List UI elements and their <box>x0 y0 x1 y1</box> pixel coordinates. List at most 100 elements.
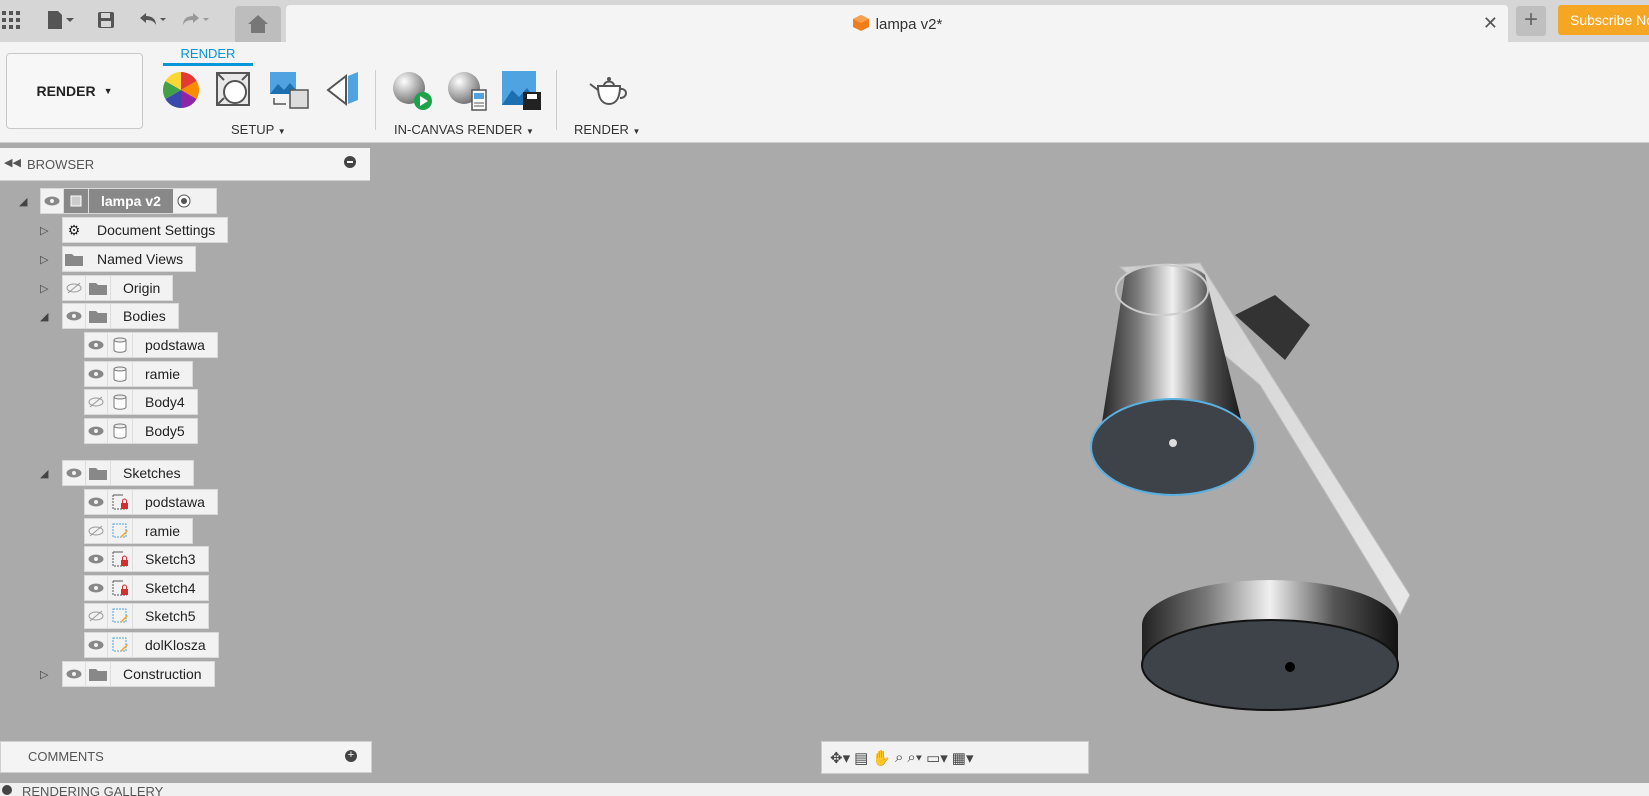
eye-icon[interactable] <box>63 304 85 328</box>
browser-item-label: Sketch4 <box>145 580 196 596</box>
render-label-text: RENDER <box>574 122 629 137</box>
appearance-icon[interactable] <box>161 70 201 110</box>
browser-root-node[interactable]: lampa v2 <box>40 188 217 214</box>
document-title-text: lampa v2* <box>875 16 943 33</box>
setup-group-label[interactable]: SETUP ▼ <box>231 122 286 137</box>
eye-icon[interactable] <box>85 547 107 571</box>
render-teapot-icon[interactable] <box>588 70 628 110</box>
orbit-icon[interactable]: ✥▾ <box>830 749 850 767</box>
workspace-switcher[interactable]: RENDER ▼ <box>6 53 143 129</box>
close-tab-icon[interactable]: ✕ <box>1483 13 1498 34</box>
document-tab[interactable]: lampa v2* ✕ <box>286 5 1508 42</box>
eye-icon[interactable] <box>85 490 107 514</box>
comments-panel-header[interactable]: COMMENTS + <box>0 741 372 773</box>
look-at-icon[interactable]: ▤ <box>854 749 868 767</box>
browser-item-sketch5[interactable]: Sketch5 <box>84 603 209 629</box>
pan-icon[interactable]: ✋ <box>872 749 891 767</box>
minimize-panel-icon[interactable] <box>344 156 356 168</box>
browser-item-body-podstawa[interactable]: podstawa <box>84 332 218 358</box>
start-in-canvas-render-icon[interactable] <box>391 70 432 110</box>
eye-icon[interactable] <box>85 362 107 386</box>
capture-image-icon[interactable] <box>501 70 541 110</box>
browser-item-label: Sketches <box>123 465 181 481</box>
display-settings-icon[interactable]: ▭▾ <box>926 749 948 767</box>
eye-icon[interactable] <box>85 333 107 357</box>
eye-hidden-icon[interactable] <box>63 276 85 300</box>
eye-icon[interactable] <box>63 461 85 485</box>
fit-icon[interactable]: ⌕▾ <box>907 749 922 766</box>
eye-icon[interactable] <box>41 189 63 213</box>
collapse-panel-icon[interactable]: ◀◀ <box>4 156 21 169</box>
scene-settings-icon[interactable] <box>214 70 254 110</box>
browser-item-named-views[interactable]: Named Views <box>62 246 197 272</box>
chevron-down-icon: ▼ <box>103 86 113 96</box>
rendering-gallery-bar[interactable]: RENDERING GALLERY <box>0 783 1649 796</box>
browser-item-origin[interactable]: Origin <box>62 275 174 301</box>
browser-item-sketch3[interactable]: Sketch3 <box>84 546 209 572</box>
expand-arrow-icon[interactable]: ▷ <box>40 224 48 237</box>
browser-item-label: Bodies <box>123 308 166 324</box>
browser-item-sketch4[interactable]: Sketch4 <box>84 575 209 601</box>
browser-item-bodies[interactable]: Bodies <box>62 303 179 329</box>
browser-item-sketch-ramie[interactable]: ramie <box>84 518 194 544</box>
chevron-down-icon: ▼ <box>632 127 641 136</box>
redo-icon[interactable] <box>178 6 212 34</box>
in-canvas-render-group-label[interactable]: IN-CANVAS RENDER ▼ <box>394 122 534 137</box>
eye-hidden-icon[interactable] <box>85 390 107 414</box>
expand-arrow-icon[interactable]: ▷ <box>40 253 48 266</box>
collapse-arrow-icon[interactable]: ◢ <box>40 467 48 480</box>
document-cube-icon <box>852 15 869 31</box>
body-icon <box>107 362 133 386</box>
browser-item-label: Body5 <box>145 423 185 439</box>
eye-hidden-icon[interactable] <box>85 604 107 628</box>
browser-item-body-ramie[interactable]: ramie <box>84 361 194 387</box>
browser-item-construction[interactable]: Construction <box>62 661 215 687</box>
eye-icon[interactable] <box>85 419 107 443</box>
browser-item-label: ramie <box>145 366 181 382</box>
browser-item-sketch-podstawa[interactable]: podstawa <box>84 489 218 515</box>
sketch-edit-icon <box>107 519 133 543</box>
environment-library-icon[interactable] <box>268 70 309 110</box>
in-canvas-render-settings-icon[interactable] <box>446 70 487 111</box>
activate-radio-icon[interactable] <box>173 194 195 208</box>
app-grid-icon[interactable] <box>0 6 22 34</box>
home-tab[interactable] <box>235 6 281 42</box>
lamp-3d-model[interactable] <box>1080 255 1460 735</box>
body-icon <box>107 390 133 414</box>
render-group-label[interactable]: RENDER ▼ <box>574 122 640 137</box>
browser-item-body-body4[interactable]: Body4 <box>84 389 198 415</box>
expand-root-icon[interactable]: ◢ <box>19 195 27 208</box>
eye-hidden-icon[interactable] <box>85 519 107 543</box>
folder-icon <box>85 304 111 328</box>
zoom-icon[interactable]: ⌕ <box>895 749 903 766</box>
expand-arrow-icon[interactable]: ▷ <box>40 282 48 295</box>
expand-arrow-icon[interactable]: ▷ <box>40 668 48 681</box>
grid-settings-icon[interactable]: ▦▾ <box>952 749 974 767</box>
subscribe-button[interactable]: Subscribe Now <box>1558 5 1649 35</box>
browser-item-body-body5[interactable]: Body5 <box>84 418 198 444</box>
document-title: lampa v2* <box>286 14 1508 33</box>
tab-render[interactable]: RENDER <box>163 46 253 66</box>
file-menu-icon[interactable] <box>42 6 78 34</box>
folder-icon <box>85 662 111 686</box>
root-label: lampa v2 <box>89 189 173 213</box>
body-icon <box>107 333 133 357</box>
eye-icon[interactable] <box>85 576 107 600</box>
eye-icon[interactable] <box>85 633 107 657</box>
browser-item-label: Construction <box>123 666 202 682</box>
new-tab-button[interactable]: + <box>1516 6 1546 36</box>
browser-item-document-settings[interactable]: ⚙ Document Settings <box>62 217 229 243</box>
body-icon <box>107 419 133 443</box>
browser-item-sketches[interactable]: Sketches <box>62 460 194 486</box>
setup-label-text: SETUP <box>231 122 275 137</box>
save-icon[interactable] <box>94 6 118 34</box>
chevron-down-icon: ▼ <box>277 127 286 136</box>
collapse-arrow-icon[interactable]: ◢ <box>40 310 48 323</box>
browser-item-label: Document Settings <box>97 222 216 238</box>
eye-icon[interactable] <box>63 662 85 686</box>
texture-map-controls-icon[interactable] <box>324 70 364 110</box>
browser-item-dolklosza[interactable]: dolKlosza <box>84 632 219 658</box>
gallery-toggle-icon[interactable] <box>2 785 12 795</box>
undo-icon[interactable] <box>135 6 169 34</box>
add-comment-icon[interactable]: + <box>345 750 357 762</box>
